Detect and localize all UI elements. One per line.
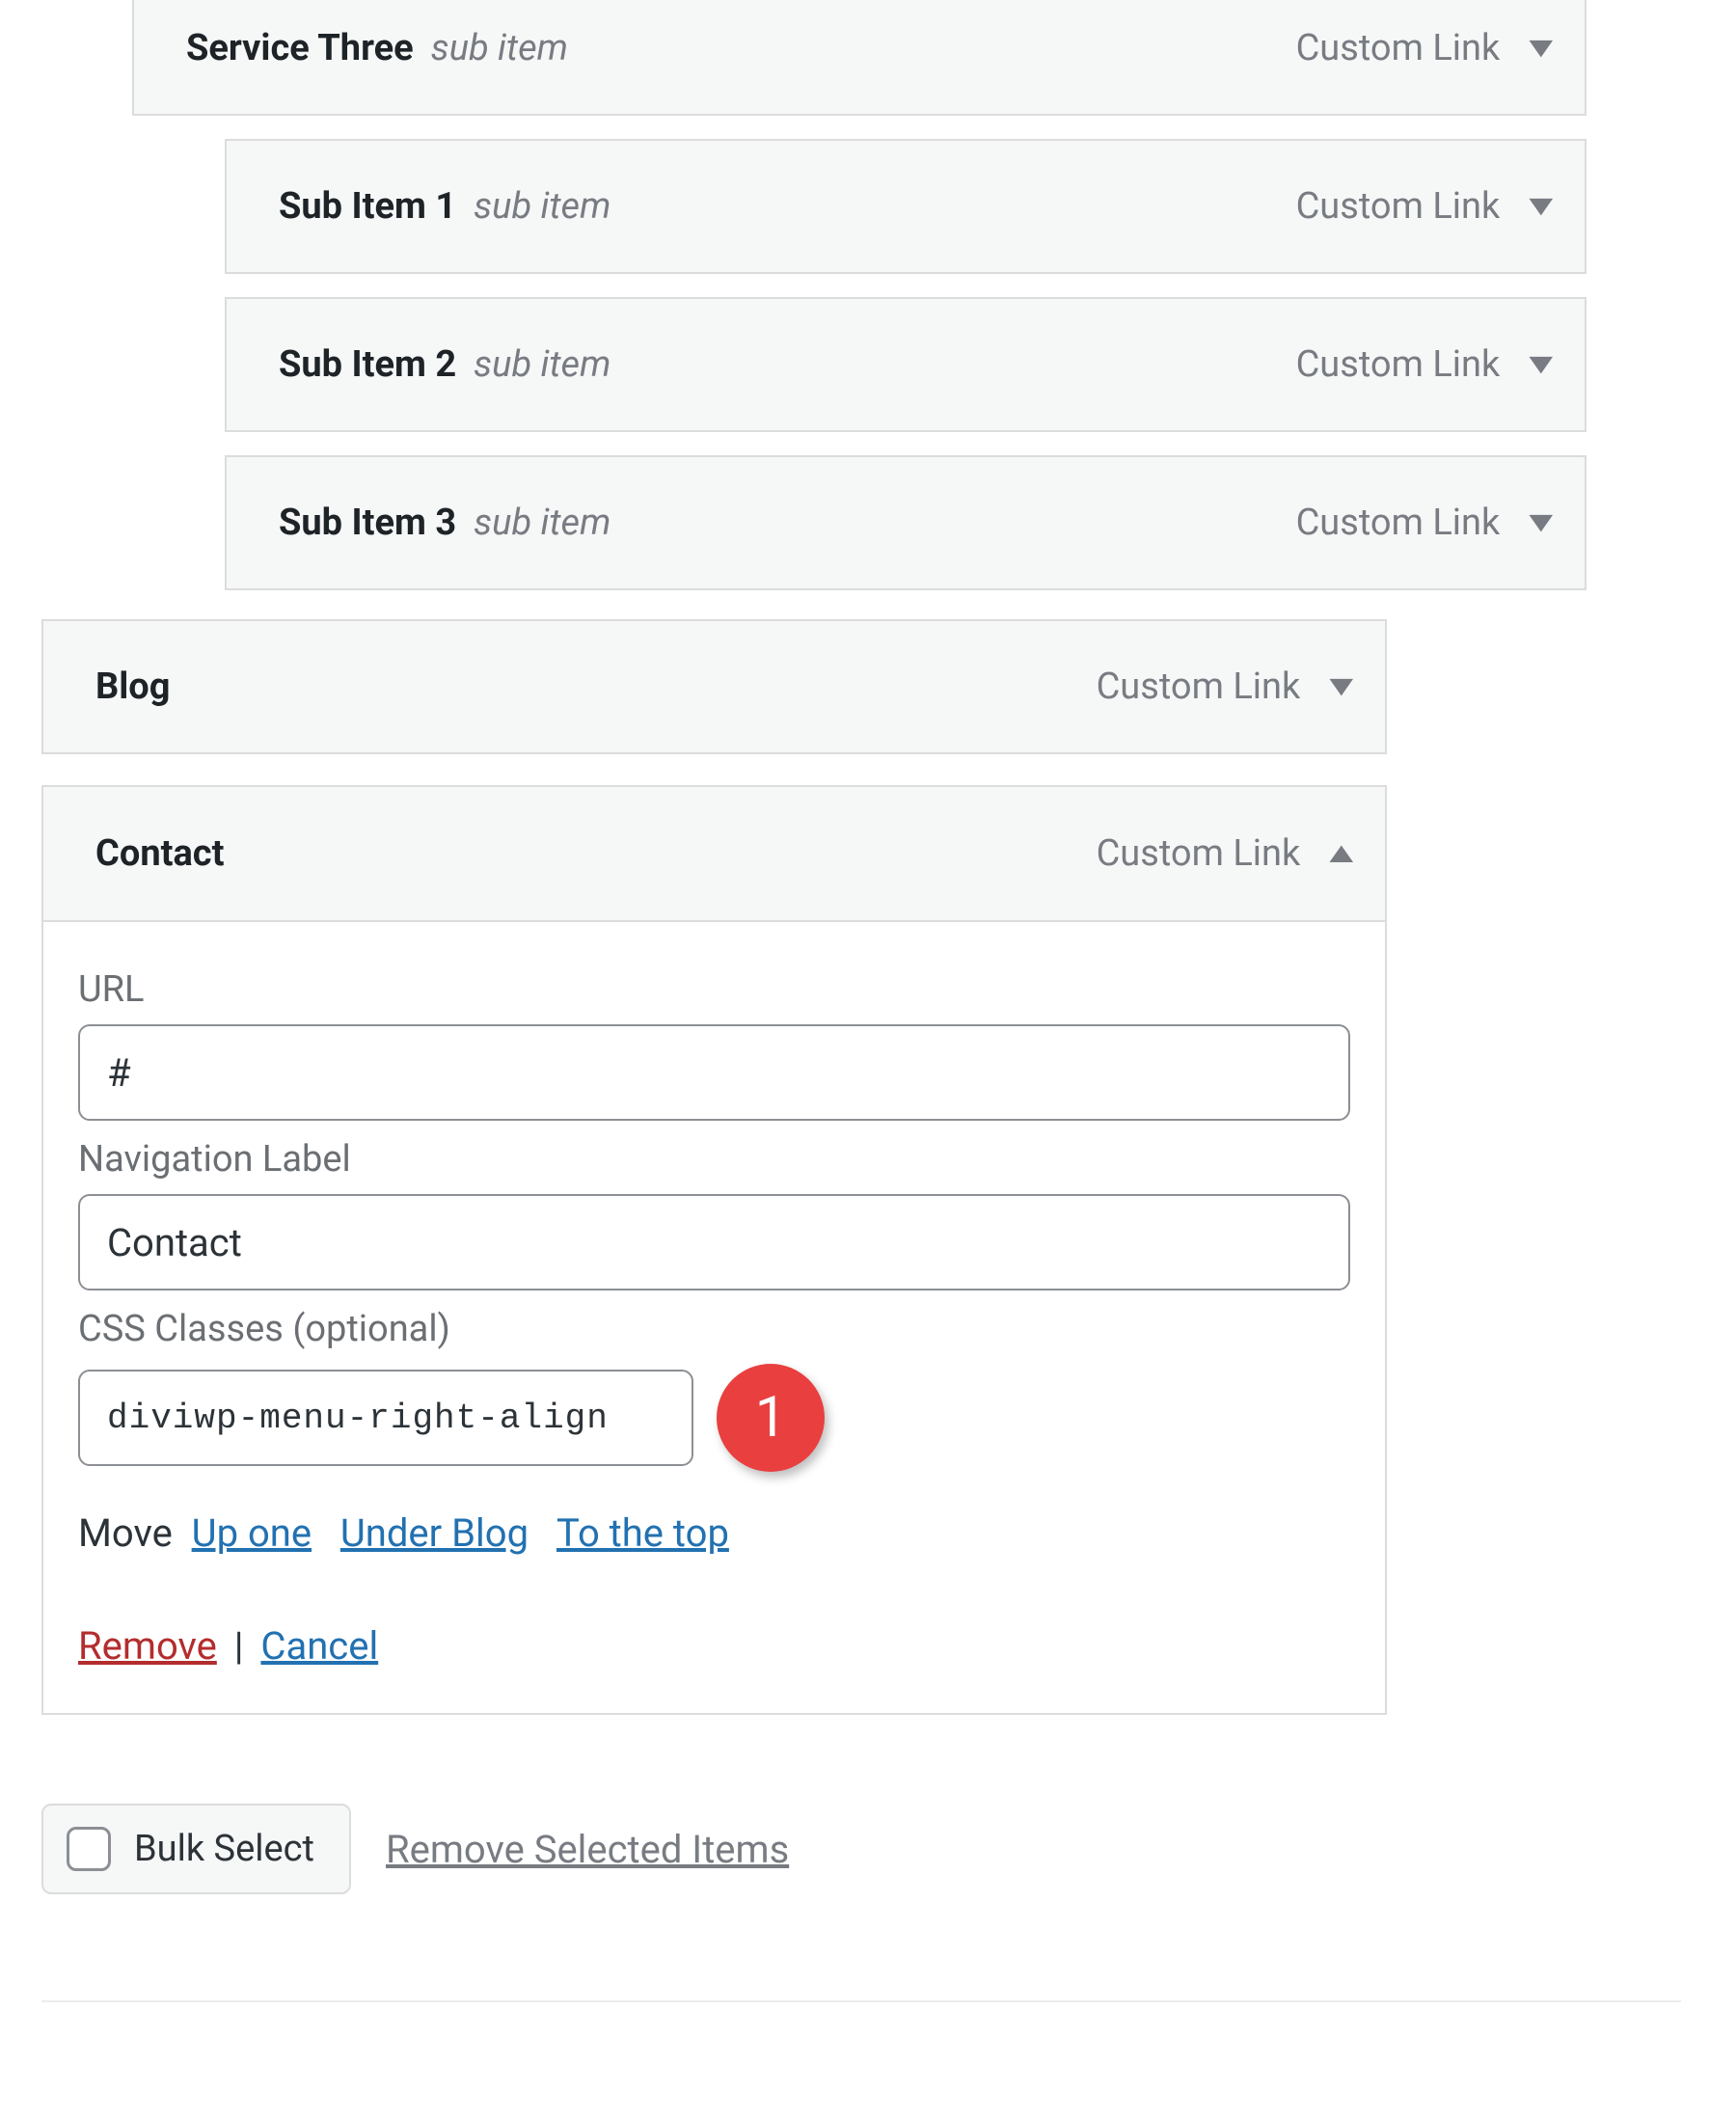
menu-item-sub-3[interactable]: Sub Item 3 sub item Custom Link ▼	[225, 455, 1587, 590]
field-label-url: URL	[78, 968, 1350, 1011]
menu-item-title: Sub Item 3	[279, 502, 456, 544]
chevron-up-icon[interactable]: ▲	[1321, 839, 1362, 868]
bulk-select-button[interactable]: Bulk Select	[41, 1804, 351, 1894]
menu-item-title: Sub Item 2	[279, 343, 456, 386]
menu-item-type: Custom Link	[1296, 185, 1501, 228]
divider	[41, 2000, 1681, 2002]
field-label-cssclasses: CSS Classes (optional)	[78, 1308, 1350, 1350]
menu-item-type: Custom Link	[1097, 666, 1301, 708]
bulk-select-checkbox[interactable]	[67, 1827, 111, 1871]
menu-item-contact-open: Contact Custom Link ▲ URL Navigation Lab…	[41, 785, 1387, 1715]
menu-item-title: Contact	[95, 832, 224, 875]
menu-item-sublabel: sub item	[431, 27, 568, 69]
move-label: Move	[78, 1510, 173, 1556]
menu-item-title: Service Three	[186, 27, 414, 69]
menu-item-type: Custom Link	[1296, 27, 1501, 69]
menu-item-sublabel: sub item	[474, 502, 610, 544]
menu-item-sublabel: sub item	[474, 343, 610, 386]
chevron-down-icon[interactable]: ▼	[1521, 192, 1561, 221]
chevron-down-icon[interactable]: ▼	[1521, 508, 1561, 537]
move-up-one-link[interactable]: Up one	[192, 1510, 312, 1556]
cancel-link[interactable]: Cancel	[260, 1623, 378, 1669]
menu-item-contact-panel: URL Navigation Label CSS Classes (option…	[41, 920, 1387, 1715]
menu-item-title: Blog	[95, 666, 170, 708]
move-under-blog-link[interactable]: Under Blog	[340, 1510, 529, 1556]
menu-item-contact-header[interactable]: Contact Custom Link ▲	[41, 785, 1387, 920]
bulk-select-label: Bulk Select	[134, 1828, 314, 1870]
chevron-down-icon[interactable]: ▼	[1521, 34, 1561, 63]
separator: |	[227, 1623, 252, 1669]
menu-item-blog[interactable]: Blog Custom Link ▼	[41, 619, 1387, 754]
menu-item-sub-1[interactable]: Sub Item 1 sub item Custom Link ▼	[225, 139, 1587, 274]
chevron-down-icon[interactable]: ▼	[1321, 672, 1362, 701]
move-to-top-link[interactable]: To the top	[556, 1510, 729, 1556]
field-label-navlabel: Navigation Label	[78, 1138, 1350, 1181]
bulk-select-row: Bulk Select Remove Selected Items	[41, 1804, 1736, 1894]
remove-selected-items-link[interactable]: Remove Selected Items	[386, 1827, 789, 1872]
menu-item-type: Custom Link	[1097, 832, 1301, 875]
move-controls: Move Up one Under Blog To the top	[78, 1510, 1350, 1556]
menu-item-title: Sub Item 1	[279, 185, 456, 228]
menu-item-service-three[interactable]: Service Three sub item Custom Link ▼	[132, 0, 1587, 116]
css-classes-input[interactable]	[78, 1370, 693, 1466]
url-input[interactable]	[78, 1024, 1350, 1121]
chevron-down-icon[interactable]: ▼	[1521, 350, 1561, 379]
menu-item-sublabel: sub item	[474, 185, 610, 228]
remove-link[interactable]: Remove	[78, 1623, 217, 1669]
annotation-badge-1: 1	[717, 1364, 825, 1472]
navigation-label-input[interactable]	[78, 1194, 1350, 1290]
menu-item-sub-2[interactable]: Sub Item 2 sub item Custom Link ▼	[225, 297, 1587, 432]
menu-item-type: Custom Link	[1296, 502, 1501, 544]
menu-item-type: Custom Link	[1296, 343, 1501, 386]
